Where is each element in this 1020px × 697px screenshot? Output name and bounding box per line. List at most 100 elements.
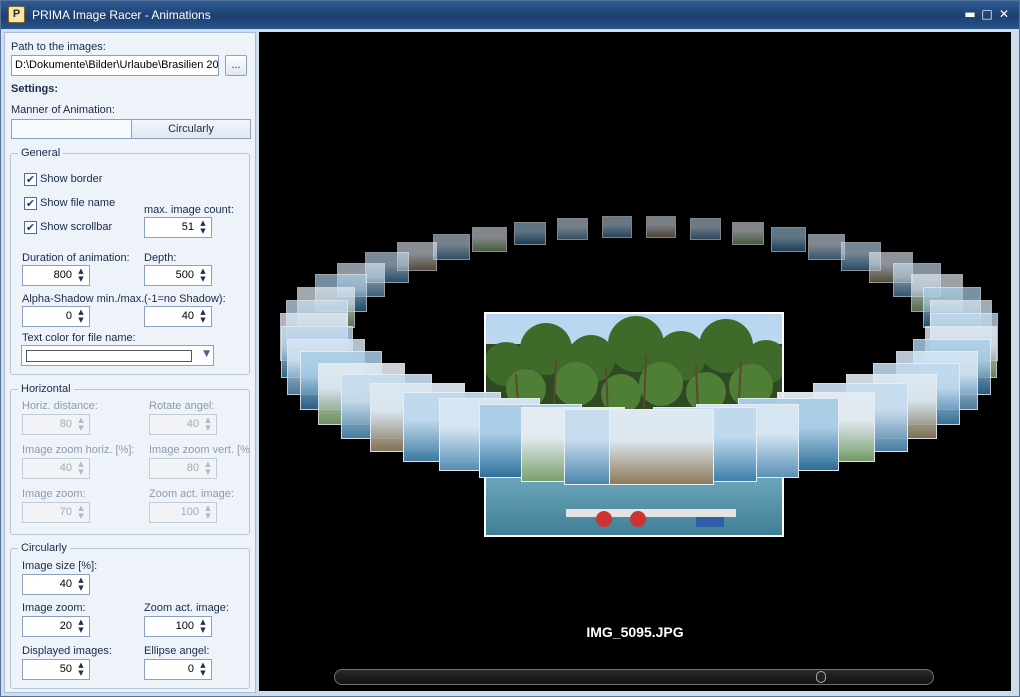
alpha-min-spinner[interactable]: 0 ▲ ▼ <box>22 306 90 327</box>
thumbnail-image[interactable] <box>646 216 677 239</box>
circ-image-zoom-label: Image zoom: <box>22 602 86 614</box>
show-scrollbar-label: Show scrollbar <box>40 221 113 233</box>
spin-arrows-icon[interactable]: ▲ ▼ <box>75 416 87 433</box>
spin-arrows-icon[interactable]: ▲ ▼ <box>202 504 214 521</box>
minimize-icon[interactable]: ▬ <box>963 7 977 21</box>
circularly-group: Circularly Image size [%]: 40 ▲ ▼ Image z… <box>10 542 250 689</box>
close-icon[interactable]: ✕ <box>997 7 1011 21</box>
ellipse-angel-spinner[interactable]: 0 ▲ ▼ <box>144 659 212 680</box>
thumbnail-image[interactable] <box>608 408 714 485</box>
thumbnail-image[interactable] <box>514 221 547 245</box>
spin-arrows-icon[interactable]: ▲ ▼ <box>75 576 87 593</box>
depth-value: 500 <box>175 269 194 281</box>
horizontal-group: Horizontal Horiz. distance: 80 ▲ ▼ Rotate… <box>10 383 250 535</box>
thumbnail-image[interactable] <box>731 221 764 245</box>
zoom-horiz-value: 40 <box>59 462 72 474</box>
alpha-max-spinner[interactable]: 40 ▲ ▼ <box>144 306 212 327</box>
path-input[interactable]: D:\Dokumente\Bilder\Urlaube\Brasilien 20… <box>11 55 219 76</box>
text-color-swatch <box>26 350 192 362</box>
spin-arrows-icon[interactable]: ▲ ▼ <box>197 267 209 284</box>
animation-option-horizontal[interactable] <box>12 120 131 138</box>
circ-zoom-act-spinner[interactable]: 100 ▲ ▼ <box>144 616 212 637</box>
app-window: P PRIMA Image Racer - Animations ▬ □ ✕ P… <box>0 0 1020 697</box>
circ-image-zoom-value: 20 <box>59 620 72 632</box>
spin-arrows-icon[interactable]: ▲ ▼ <box>75 661 87 678</box>
horiz-zoom-act-spinner[interactable]: 100 ▲ ▼ <box>149 502 217 523</box>
image-size-spinner[interactable]: 40 ▲ ▼ <box>22 574 90 595</box>
show-scrollbar-checkbox[interactable]: ✔ <box>24 221 37 234</box>
spin-arrows-icon[interactable]: ▲ ▼ <box>75 504 87 521</box>
max-image-count-spinner[interactable]: 51 ▲ ▼ <box>144 217 212 238</box>
circ-zoom-act-value: 100 <box>175 620 194 632</box>
alpha-max-value: 40 <box>181 310 194 322</box>
horiz-image-zoom-label: Image zoom: <box>22 488 86 500</box>
general-group: General ✔ Show border ✔ Show file name ✔… <box>10 147 250 375</box>
show-file-name-checkbox[interactable]: ✔ <box>24 197 37 210</box>
scrollbar-thumb[interactable] <box>816 671 826 683</box>
title-bar[interactable]: P PRIMA Image Racer - Animations ▬ □ ✕ <box>1 1 1019 29</box>
spin-arrows-icon[interactable]: ▲ ▼ <box>75 618 87 635</box>
duration-label: Duration of animation: <box>22 252 130 264</box>
animation-option-circularly[interactable]: Circularly <box>131 120 250 138</box>
spin-arrows-icon[interactable]: ▲ ▼ <box>197 308 209 325</box>
alpha-shadow-label: Alpha-Shadow min./max. <box>22 293 145 305</box>
spin-arrows-icon[interactable]: ▲ ▼ <box>75 267 87 284</box>
thumbnail-image[interactable] <box>689 218 721 241</box>
rotate-angel-label: Rotate angel: <box>149 400 215 412</box>
circ-image-zoom-spinner[interactable]: 20 ▲ ▼ <box>22 616 90 637</box>
duration-spinner[interactable]: 800 ▲ ▼ <box>22 265 90 286</box>
spin-arrows-icon[interactable]: ▲ ▼ <box>202 416 214 433</box>
zoom-horiz-spinner[interactable]: 40 ▲ ▼ <box>22 458 90 479</box>
spin-arrows-icon[interactable]: ▲ ▼ <box>197 618 209 635</box>
image-carousel-viewer[interactable]: IMG_5095.JPG <box>259 32 1011 691</box>
image-size-label: Image size [%]: <box>22 560 98 572</box>
browse-button[interactable]: ... <box>225 55 247 76</box>
spin-arrows-icon[interactable]: ▲ ▼ <box>75 460 87 477</box>
horiz-distance-spinner[interactable]: 80 ▲ ▼ <box>22 414 90 435</box>
zoom-horiz-label: Image zoom horiz. [%]: <box>22 444 135 456</box>
horizontal-group-title: Horizontal <box>18 383 74 395</box>
circularly-group-title: Circularly <box>18 542 70 554</box>
current-file-name: IMG_5095.JPG <box>586 624 684 640</box>
settings-panel: Path to the images: D:\Dokumente\Bilder\… <box>4 32 256 693</box>
spin-arrows-icon[interactable]: ▲ ▼ <box>197 219 209 236</box>
spin-arrows-icon[interactable]: ▲ ▼ <box>197 661 209 678</box>
max-image-count-value: 51 <box>181 221 194 233</box>
spin-arrows-icon[interactable]: ▲ ▼ <box>75 308 87 325</box>
thumbnail-image[interactable] <box>601 216 632 239</box>
rotate-angel-spinner[interactable]: 40 ▲ ▼ <box>149 414 217 435</box>
window-title: PRIMA Image Racer - Animations <box>32 8 211 22</box>
app-logo-icon: P <box>8 6 25 23</box>
ellipse-angel-value: 0 <box>187 663 194 675</box>
displayed-images-value: 50 <box>59 663 72 675</box>
depth-label: Depth: <box>144 252 177 264</box>
thumbnail-image[interactable] <box>807 233 845 261</box>
path-label: Path to the images: <box>11 41 106 53</box>
zoom-vert-value: 80 <box>186 462 199 474</box>
show-border-checkbox[interactable]: ✔ <box>24 173 37 186</box>
alpha-min-value: 0 <box>65 310 72 322</box>
maximize-icon[interactable]: □ <box>980 7 994 21</box>
no-shadow-hint: (-1=no Shadow): <box>144 293 226 305</box>
rotate-angel-value: 40 <box>186 418 199 430</box>
zoom-vert-label: Image zoom vert. [% <box>149 444 250 456</box>
show-file-name-label: Show file name <box>40 197 116 209</box>
text-color-dropdown[interactable]: ▼ <box>21 345 214 366</box>
animation-manner-label: Manner of Animation: <box>11 104 115 116</box>
thumbnail-image[interactable] <box>557 218 589 241</box>
thumbnail-image[interactable] <box>433 233 470 261</box>
depth-spinner[interactable]: 500 ▲ ▼ <box>144 265 212 286</box>
show-border-label: Show border <box>40 173 103 185</box>
horiz-distance-label: Horiz. distance: <box>22 400 98 412</box>
zoom-vert-spinner[interactable]: 80 ▲ ▼ <box>149 458 217 479</box>
thumbnail-image[interactable] <box>771 227 806 252</box>
carousel-scrollbar[interactable] <box>334 669 934 685</box>
general-group-title: General <box>18 147 64 159</box>
spin-arrows-icon[interactable]: ▲ ▼ <box>202 460 214 477</box>
horiz-image-zoom-spinner[interactable]: 70 ▲ ▼ <box>22 502 90 523</box>
chevron-down-icon[interactable]: ▼ <box>203 349 210 359</box>
displayed-images-label: Displayed images: <box>22 645 112 657</box>
displayed-images-spinner[interactable]: 50 ▲ ▼ <box>22 659 90 680</box>
circ-zoom-act-label: Zoom act. image: <box>144 602 229 614</box>
thumbnail-image[interactable] <box>472 227 507 252</box>
